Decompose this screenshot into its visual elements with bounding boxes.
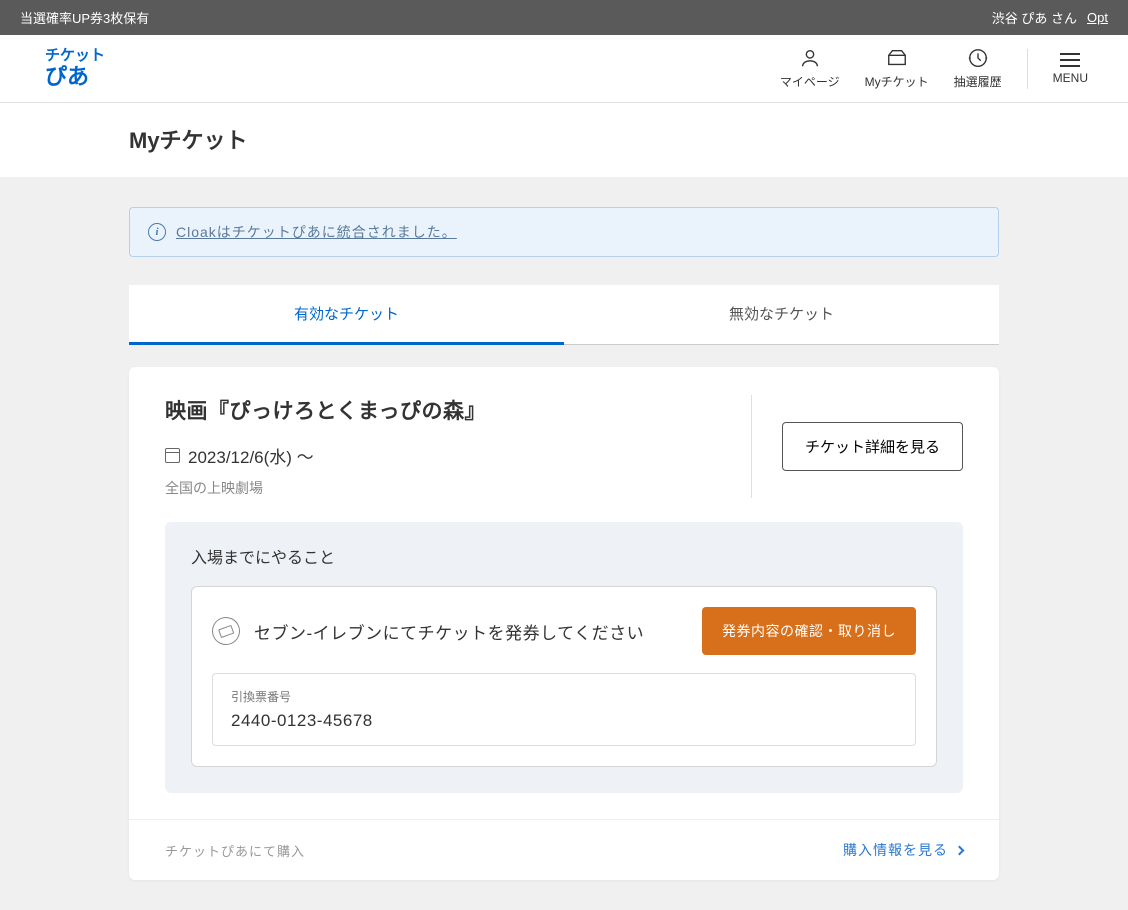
nav-myticket[interactable]: Myチケット <box>865 47 929 90</box>
ticket-nav-icon <box>886 47 908 69</box>
info-icon: i <box>148 223 166 241</box>
todo-box: セブン-イレブンにてチケットを発券してください 発券内容の確認・取り消し 引換票… <box>191 586 937 767</box>
menu-button[interactable]: MENU <box>1053 53 1088 85</box>
user-name: 渋谷 ぴあ さん <box>992 8 1077 27</box>
menu-label: MENU <box>1053 71 1088 85</box>
todo-heading: 入場までにやること <box>191 544 937 568</box>
ticket-date-row: 2023/12/6(水) 〜 <box>165 443 721 468</box>
logo-line2: ぴあ <box>45 65 105 89</box>
content: i Cloakはチケットぴあに統合されました。 有効なチケット 無効なチケット … <box>129 177 999 910</box>
ticket-venue: 全国の上映劇場 <box>165 478 721 498</box>
ticket-date: 2023/12/6(水) 〜 <box>188 443 314 468</box>
todo-left: セブン-イレブンにてチケットを発券してください <box>212 617 644 645</box>
tab-invalid-tickets[interactable]: 無効なチケット <box>564 285 999 345</box>
nav-history[interactable]: 抽選履歴 <box>954 47 1002 90</box>
page-title-bar: Myチケット <box>0 103 1128 177</box>
nav-myticket-label: Myチケット <box>865 73 929 90</box>
history-icon <box>967 47 989 69</box>
nav-mypage[interactable]: マイページ <box>780 47 840 90</box>
ticket-header: 映画『ぴっけろとくまっぴの森』 2023/12/6(水) 〜 全国の上映劇場 チ… <box>129 367 999 522</box>
nav-mypage-label: マイページ <box>780 73 840 90</box>
nav: マイページ Myチケット 抽選履歴 MENU <box>780 47 1088 90</box>
user-icon <box>799 47 821 69</box>
exchange-code-box: 引換票番号 2440-0123-45678 <box>212 673 916 746</box>
purchase-info-link[interactable]: 購入情報を見る <box>843 840 963 860</box>
chevron-right-icon <box>955 845 965 855</box>
purchase-source: チケットぴあにて購入 <box>165 841 305 860</box>
ticket-info: 映画『ぴっけろとくまっぴの森』 2023/12/6(水) 〜 全国の上映劇場 <box>165 395 752 498</box>
purchase-info-label: 購入情報を見る <box>843 840 948 860</box>
exchange-code-value: 2440-0123-45678 <box>231 711 897 731</box>
ticket-circle-icon <box>208 613 244 649</box>
info-banner[interactable]: i Cloakはチケットぴあに統合されました。 <box>129 207 999 257</box>
nav-divider <box>1027 49 1028 89</box>
todo-row: セブン-イレブンにてチケットを発券してください 発券内容の確認・取り消し <box>212 607 916 655</box>
logo[interactable]: チケット ぴあ <box>45 48 105 89</box>
hamburger-icon <box>1060 53 1080 67</box>
ticket-card: 映画『ぴっけろとくまっぴの森』 2023/12/6(水) 〜 全国の上映劇場 チ… <box>129 367 999 880</box>
topbar-right: 渋谷 ぴあ さん Opt <box>992 8 1108 27</box>
issue-confirm-button[interactable]: 発券内容の確認・取り消し <box>702 607 916 655</box>
todo-section: 入場までにやること セブン-イレブンにてチケットを発券してください 発券内容の確… <box>165 522 963 793</box>
todo-instruction: セブン-イレブンにてチケットを発券してください <box>254 619 644 644</box>
topbar-notice: 当選確率UP券3枚保有 <box>20 8 149 27</box>
calendar-icon <box>165 448 180 463</box>
ticket-title: 映画『ぴっけろとくまっぴの森』 <box>165 395 721 425</box>
tabs: 有効なチケット 無効なチケット <box>129 285 999 345</box>
top-bar: 当選確率UP券3枚保有 渋谷 ぴあ さん Opt <box>0 0 1128 35</box>
page-title: Myチケット <box>129 123 999 155</box>
ticket-action: チケット詳細を見る <box>752 395 963 498</box>
logo-line1: チケット <box>45 48 105 65</box>
info-banner-text: Cloakはチケットぴあに統合されました。 <box>176 222 457 242</box>
header: チケット ぴあ マイページ Myチケット 抽選履歴 MENU <box>0 35 1128 103</box>
nav-history-label: 抽選履歴 <box>954 73 1002 90</box>
card-footer: チケットぴあにて購入 購入情報を見る <box>129 819 999 880</box>
tab-valid-tickets[interactable]: 有効なチケット <box>129 285 564 345</box>
opt-link[interactable]: Opt <box>1087 10 1108 25</box>
ticket-detail-button[interactable]: チケット詳細を見る <box>782 422 963 471</box>
exchange-code-label: 引換票番号 <box>231 688 897 705</box>
